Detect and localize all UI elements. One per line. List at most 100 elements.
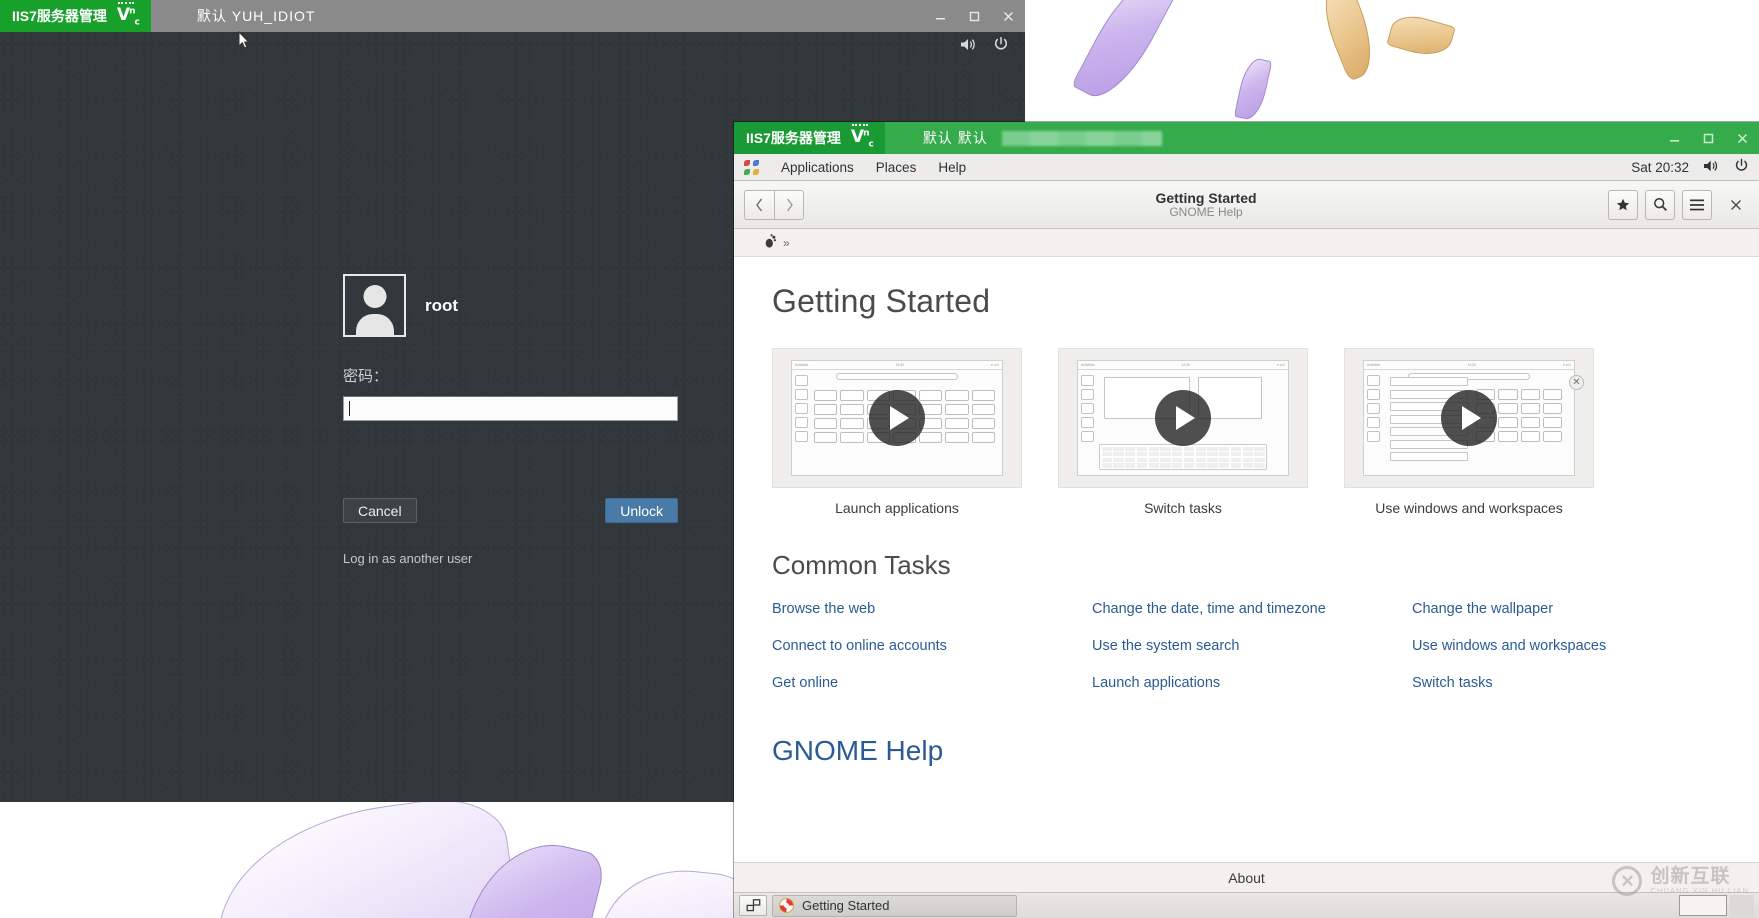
login-other-user-link[interactable]: Log in as another user <box>343 551 678 566</box>
pinwheel-icon[interactable] <box>744 159 759 175</box>
breadcrumb-separator: » <box>783 235 790 250</box>
about-label: About <box>1228 869 1265 886</box>
wallpaper-ribbon <box>1313 0 1385 82</box>
task-link[interactable]: Launch applications <box>1092 675 1412 691</box>
common-tasks-list: Browse the web Change the date, time and… <box>772 601 1721 691</box>
user-name: root <box>425 295 459 315</box>
menu-help[interactable]: Help <box>938 160 966 175</box>
password-input[interactable] <box>343 396 678 421</box>
video-caption: Launch applications <box>835 500 959 516</box>
watermark: ✕ 创新互联 CHUANG XIN HU LIAN <box>1612 866 1749 896</box>
help-header-buttons <box>1608 189 1749 220</box>
close-icon[interactable] <box>1725 122 1759 154</box>
help-header-bar: Getting Started GNOME Help <box>734 181 1759 229</box>
vnc-logo-icon: Vnc <box>851 124 874 149</box>
video-card-launch-applications[interactable]: Activities 14:30 ▾ ◂ ⏻ Launch applicatio… <box>772 348 1022 516</box>
help-lifebuoy-icon <box>779 898 794 913</box>
taskbar-item-label: Getting Started <box>802 898 890 913</box>
play-icon[interactable] <box>869 390 925 446</box>
video-thumbnail-row: Activities 14:30 ▾ ◂ ⏻ Launch applicatio… <box>772 348 1721 516</box>
about-bar[interactable]: About <box>734 862 1759 892</box>
circle-x-logo-icon: ✕ <box>1612 866 1643 896</box>
password-label: 密码： <box>343 368 389 385</box>
user-avatar-icon <box>343 274 406 337</box>
tray-box[interactable] <box>1679 895 1727 916</box>
unlock-dialog: root 密码： Cancel Unlock Log in as another… <box>343 274 678 566</box>
wallpaper-petal <box>1071 0 1179 109</box>
chevron-right-icon[interactable] <box>774 189 804 220</box>
task-link[interactable]: Use windows and workspaces <box>1412 638 1721 654</box>
gnome-help-heading[interactable]: GNOME Help <box>772 735 1721 767</box>
power-icon[interactable] <box>993 36 1009 52</box>
watermark-en-text: CHUANG XIN HU LIAN <box>1650 886 1749 896</box>
document-heading: Getting Started <box>772 283 991 319</box>
help-document: Getting Started Activities 14:30 ▾ ◂ ⏻ L… <box>734 257 1759 862</box>
vnc-brand-right: IIS7服务器管理 Vnc <box>734 122 885 154</box>
power-icon[interactable] <box>1734 158 1749 176</box>
show-desktop-icon[interactable] <box>739 895 767 916</box>
close-icon[interactable]: ✕ <box>1569 375 1584 390</box>
volume-icon[interactable] <box>960 37 977 52</box>
cancel-button[interactable]: Cancel <box>343 498 417 523</box>
task-link[interactable]: Switch tasks <box>1412 675 1721 691</box>
vnc-window-controls-right <box>1657 122 1759 154</box>
user-row: root <box>343 274 678 337</box>
play-icon[interactable] <box>1155 390 1211 446</box>
task-link[interactable]: Browse the web <box>772 601 1092 617</box>
vnc-brand-label: IIS7服务器管理 <box>746 130 841 146</box>
vnc-window-controls-left <box>923 0 1025 32</box>
video-thumbnail[interactable]: Activities 14:30 ▾ ◂ ⏻ <box>772 348 1022 488</box>
vnc-titlebar-left[interactable]: IIS7服务器管理 Vnc 默认 YUH_IDIOT <box>0 0 1025 32</box>
vnc-logo-icon: Vnc <box>117 2 140 27</box>
vnc-titlebar-right[interactable]: IIS7服务器管理 Vnc 默认 默认 <box>734 122 1759 154</box>
screen-root: IIS7服务器管理 Vnc 默认 YUH_IDIOT root 密码： Canc… <box>0 0 1759 918</box>
taskbar-item-getting-started[interactable]: Getting Started <box>772 894 1017 917</box>
unlock-buttons: Cancel Unlock <box>343 498 678 523</box>
close-icon[interactable] <box>1723 190 1749 220</box>
video-thumbnail[interactable]: Activities 14:30 ▾ ◂ ⏻ <box>1058 348 1308 488</box>
minimize-icon[interactable] <box>923 0 957 32</box>
text-caret <box>349 401 350 416</box>
app-name: GNOME Help <box>1169 204 1243 219</box>
task-link[interactable]: Get online <box>772 675 1092 691</box>
task-link[interactable]: Use the system search <box>1092 638 1412 654</box>
maximize-icon[interactable] <box>957 0 991 32</box>
gnome-foot-icon[interactable] <box>764 234 777 251</box>
star-icon[interactable] <box>1608 189 1638 220</box>
vnc-brand-left: IIS7服务器管理 Vnc <box>0 0 151 32</box>
play-icon[interactable] <box>1441 390 1497 446</box>
wallpaper-petal <box>1233 55 1273 123</box>
task-link[interactable]: Change the wallpaper <box>1412 601 1721 617</box>
vnc-title-right: 默认 默认 <box>922 130 988 146</box>
wallpaper-ribbon <box>1386 10 1456 62</box>
tray-box-small[interactable] <box>1730 895 1754 916</box>
chevron-left-icon[interactable] <box>744 189 774 220</box>
unlock-button[interactable]: Unlock <box>605 498 678 523</box>
panel-clock[interactable]: Sat 20:32 <box>1631 160 1689 175</box>
watermark-cn-text: 创新互联 <box>1650 866 1731 888</box>
common-tasks-heading: Common Tasks <box>772 550 951 580</box>
minimize-icon[interactable] <box>1657 122 1691 154</box>
volume-icon[interactable] <box>1703 159 1720 176</box>
task-link[interactable]: Change the date, time and timezone <box>1092 601 1412 617</box>
video-caption: Use windows and workspaces <box>1375 500 1563 516</box>
video-card-switch-tasks[interactable]: Activities 14:30 ▾ ◂ ⏻ Switch tasks <box>1058 348 1308 516</box>
panel-status-area: Sat 20:32 <box>1631 158 1749 176</box>
maximize-icon[interactable] <box>1691 122 1725 154</box>
vnc-window-right: IIS7服务器管理 Vnc 默认 默认 Applications Places … <box>734 122 1759 918</box>
search-icon[interactable] <box>1645 189 1675 220</box>
help-title-group: Getting Started GNOME Help <box>812 190 1600 220</box>
page-title: Getting Started <box>1155 189 1257 206</box>
hamburger-menu-icon[interactable] <box>1682 189 1712 220</box>
gnome-panel: Applications Places Help Sat 20:32 <box>734 154 1759 181</box>
taskbar-tray <box>1679 895 1754 916</box>
close-icon[interactable] <box>991 0 1025 32</box>
menu-applications[interactable]: Applications <box>781 160 854 175</box>
vnc-title-left: 默认 YUH_IDIOT <box>196 8 316 24</box>
vnc-brand-label: IIS7服务器管理 <box>12 8 107 24</box>
video-thumbnail[interactable]: Activities 14:30 ▾ ◂ ⏻ <box>1344 348 1594 488</box>
menu-places[interactable]: Places <box>876 160 917 175</box>
breadcrumb: » <box>734 229 1759 257</box>
task-link[interactable]: Connect to online accounts <box>772 638 1092 654</box>
video-card-windows-workspaces[interactable]: Activities 14:30 ▾ ◂ ⏻ ✕ Use windows and… <box>1344 348 1594 516</box>
